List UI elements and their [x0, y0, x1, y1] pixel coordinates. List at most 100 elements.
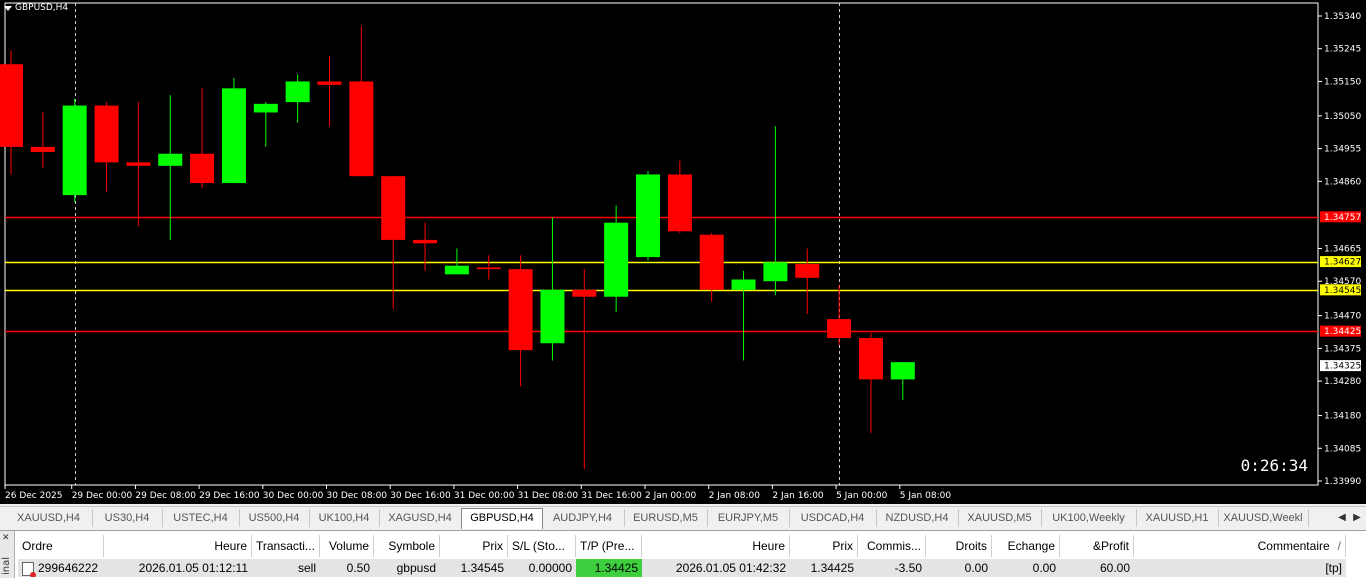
level-price-label: 1.34545 — [1324, 286, 1361, 296]
time-tick-label: 30 Dec 08:00 — [327, 491, 388, 501]
cell-exchange: 0.00 — [992, 559, 1060, 577]
column-header-label: Volume — [328, 539, 369, 553]
tab-usdcad-h4[interactable]: USDCAD,H4 — [789, 509, 877, 527]
candle-body — [158, 153, 183, 166]
column-header-price[interactable]: Prix — [440, 535, 508, 557]
tab-eurusd-m5[interactable]: EURUSD,M5 — [624, 509, 708, 527]
time-tick-label: 31 Dec 16:00 — [581, 491, 642, 501]
tab-scroll-left-icon[interactable]: ◀ — [1335, 510, 1349, 526]
tab-nzdusd-h4[interactable]: NZDUSD,H4 — [876, 509, 959, 527]
cell-value: [tp] — [1325, 561, 1342, 575]
candle-body — [731, 279, 756, 290]
cell-value: 0.00 — [1032, 561, 1056, 575]
tab-xauusd-h1[interactable]: XAUUSD,H1 — [1136, 509, 1219, 527]
price-tick-label: 1.34470 — [1324, 312, 1361, 322]
column-header-volume[interactable]: Volume — [320, 535, 374, 557]
tab-us30-h4[interactable]: US30,H4 — [92, 509, 163, 527]
chart-tabs-bar: XAUUSD,H4 US30,H4 USTEC,H4 US500,H4 UK100,H4… — [0, 506, 1366, 529]
time-tick-label: 29 Dec 16:00 — [199, 491, 260, 501]
time-tick-label: 31 Dec 08:00 — [518, 491, 579, 501]
price-tick-label: 1.35340 — [1324, 12, 1361, 22]
column-header-swap-rights[interactable]: Droits — [926, 535, 992, 557]
time-tick-label: 5 Jan 08:00 — [900, 491, 952, 501]
column-header-label: Echange — [1007, 539, 1055, 553]
candle-body — [285, 81, 310, 103]
cell-swap-rights: 0.00 — [926, 559, 992, 577]
chart-symbol-label: GBPUSD,H4 — [15, 3, 69, 13]
time-tick-label: 31 Dec 00:00 — [454, 491, 515, 501]
plot-frame — [4, 2, 1319, 486]
column-header-symbol[interactable]: Symbole — [374, 535, 440, 557]
cell-value: sell — [297, 561, 316, 575]
candle-body — [94, 105, 119, 163]
time-tick-label: 30 Dec 00:00 — [263, 491, 324, 501]
close-icon[interactable]: ✕ — [2, 533, 10, 543]
column-header-time[interactable]: Heure — [104, 535, 252, 557]
chart-menu-triangle-icon[interactable] — [4, 5, 12, 11]
tab-xauusd-h4[interactable]: XAUUSD,H4 — [5, 509, 93, 527]
candle-body — [636, 174, 660, 258]
column-header-order[interactable]: Ordre — [18, 535, 104, 557]
column-header-label: Commis... — [867, 539, 921, 553]
tab-audjpy-h4[interactable]: AUDJPY,H4 — [541, 509, 625, 527]
cell-value: 299646222 — [38, 561, 99, 575]
time-tick-label: 29 Dec 00:00 — [72, 491, 133, 501]
candle-body — [190, 153, 215, 184]
bar-countdown-timer: 0:26:34 — [1240, 456, 1308, 475]
cell-value: 0.50 — [346, 561, 370, 575]
tab-uk100-h4[interactable]: UK100,H4 — [309, 509, 380, 527]
terminal-side-label: ✕ inal — [0, 531, 15, 578]
candle-body — [572, 289, 597, 297]
column-header-commission[interactable]: Commis... — [858, 535, 926, 557]
cell-close-price: 1.34425 — [790, 559, 858, 577]
column-header-profit[interactable]: &Profit — [1060, 535, 1134, 557]
tab-xauusd-weekl[interactable]: XAUUSD,Weekl — [1218, 509, 1309, 527]
candlestick-chart[interactable]: 1.35340 1.35245 1.35150 1.35050 1.34955 1.348… — [0, 0, 1366, 504]
candle-body — [253, 103, 278, 113]
price-tick-label: 1.35050 — [1324, 112, 1361, 122]
column-header-exchange[interactable]: Echange — [992, 535, 1060, 557]
column-header-label: S/L (Sto... — [512, 539, 565, 553]
cell-tp: 1.34425 — [576, 559, 642, 577]
tab-eurjpy-m5[interactable]: EURJPY,M5 — [707, 509, 790, 527]
price-tick-label: 1.34085 — [1324, 444, 1361, 454]
current-price-label: 1.34325 — [1324, 362, 1361, 372]
time-tick-label: 29 Dec 08:00 — [135, 491, 196, 501]
tab-uk100-weekly[interactable]: UK100,Weekly — [1041, 509, 1137, 527]
price-tick-label: 1.35150 — [1324, 77, 1361, 87]
price-tick-label: 1.34665 — [1324, 245, 1361, 255]
tab-xauusd-m5[interactable]: XAUUSD,M5 — [958, 509, 1042, 527]
column-header-type[interactable]: Transacti... — [252, 535, 320, 557]
order-closed-icon — [22, 561, 36, 577]
candle-body — [858, 338, 883, 380]
chart-title: GBPUSD,H4 — [4, 2, 68, 14]
cell-value: 0.00 — [964, 561, 988, 575]
tab-gbpusd-h4[interactable]: GBPUSD,H4 — [461, 508, 543, 529]
tab-us500-h4[interactable]: US500,H4 — [239, 509, 310, 527]
candle-body — [317, 81, 342, 85]
cell-type: sell — [252, 559, 320, 577]
time-tick-label: 5 Jan 00:00 — [836, 491, 888, 501]
candle-body — [699, 234, 724, 290]
column-header-close-time[interactable]: Heure — [642, 535, 790, 557]
column-header-label: Commentaire — [1257, 539, 1330, 553]
cell-price: 1.34545 — [440, 559, 508, 577]
cell-value: -3.50 — [894, 561, 922, 575]
column-header-label: Heure — [214, 539, 247, 553]
candle-body — [62, 105, 87, 196]
tab-ustec-h4[interactable]: USTEC,H4 — [162, 509, 240, 527]
price-chart[interactable]: 1.35340 1.35245 1.35150 1.35050 1.34955 1.348… — [0, 0, 1366, 504]
column-header-label: T/P (Pre... — [580, 539, 635, 553]
cell-close-time: 2026.01.05 01:42:32 — [642, 559, 790, 577]
column-header-tp[interactable]: T/P (Pre... — [576, 535, 642, 557]
column-header-close-price[interactable]: Prix — [790, 535, 858, 557]
column-header-sl[interactable]: S/L (Sto... — [508, 535, 576, 557]
cell-value: 1.34545 — [460, 561, 504, 575]
tab-xagusd-h4[interactable]: XAGUSD,H4 — [379, 509, 462, 527]
time-tick-label: 2 Jan 08:00 — [709, 491, 761, 501]
terminal-panel: ✕ inal Ordre Heure Transacti... Volume Symbo… — [0, 530, 1366, 578]
column-header-comment[interactable]: Commentaire / — [1134, 535, 1346, 557]
tab-scroll-right-icon[interactable]: ▶ — [1350, 510, 1364, 526]
sort-indicator-icon: / — [1337, 539, 1341, 553]
cell-commission: -3.50 — [858, 559, 926, 577]
